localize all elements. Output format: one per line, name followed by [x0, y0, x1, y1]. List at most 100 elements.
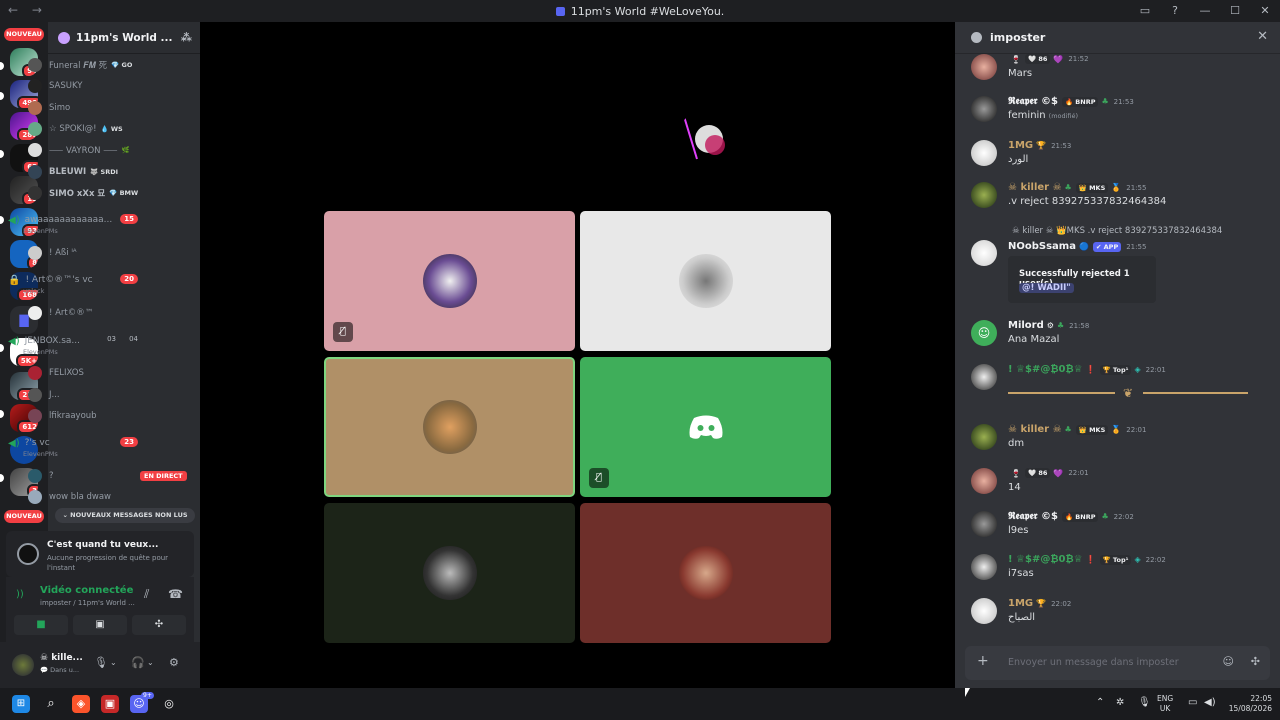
avatar[interactable]	[971, 424, 997, 450]
brave-browser-icon[interactable]: ◈	[72, 695, 90, 713]
message-header: Milord ⚙ ♣ 21:58	[1008, 320, 1089, 331]
channel-name: ?'s vc	[24, 438, 50, 448]
current-user-name[interactable]: ☠ kille...	[40, 653, 83, 663]
avatar[interactable]	[971, 96, 997, 122]
video-tile[interactable]	[580, 503, 831, 643]
voice-channel[interactable]: ◀) ?'s vc ElevenPMs 23	[8, 436, 148, 458]
message-author[interactable]: ☠ killer ☠	[1008, 424, 1062, 435]
voice-user[interactable]: ⸺ VAYRON ⸺ 🌿	[28, 141, 130, 159]
voice-channel[interactable]: 🔒 ! Art©®™'s vc unlock 20	[8, 273, 148, 295]
screen-share-button[interactable]: ▣	[73, 615, 127, 635]
avatar[interactable]	[971, 54, 997, 80]
user-count-badge: 15	[120, 214, 138, 224]
role-pill: 🤍 86	[1024, 468, 1051, 478]
voice-user[interactable]: Funeral 𝑭𝑴 死 💎 GO	[28, 56, 132, 74]
help-icon[interactable]: ?	[1160, 0, 1190, 22]
voice-status[interactable]: Vidéo connectée	[40, 585, 133, 596]
maximize-button[interactable]: ☐	[1220, 0, 1250, 22]
gear-icon[interactable]: ⚙	[169, 656, 179, 669]
discord-default-avatar-icon[interactable]: ☺	[971, 320, 997, 346]
avatar[interactable]	[971, 554, 997, 580]
close-icon[interactable]: ✕	[1257, 29, 1268, 44]
disconnect-icon[interactable]: ☎	[168, 587, 183, 601]
trophy-icon: 🏆	[1036, 599, 1047, 608]
message-author[interactable]: 𝕽𝖊𝖆𝖕𝖊𝖗 ©$	[1008, 511, 1058, 522]
quest-panel[interactable]: C'est quand tu veux... Aucune progressio…	[6, 531, 194, 577]
avatar[interactable]	[971, 468, 997, 494]
message-author[interactable]: 1MG	[1008, 598, 1033, 609]
camera-button[interactable]: ■	[14, 615, 68, 635]
reply-preview[interactable]: ☠ killer ☠ 👑MKS .v reject 83927533783246…	[1012, 226, 1222, 236]
new-messages-button[interactable]: ⌄ NOUVEAUX MESSAGES NON LUS	[55, 508, 195, 523]
minimize-button[interactable]: —	[1190, 0, 1220, 22]
voice-user[interactable]: BLEUWI 🐺 SRDI	[28, 163, 118, 181]
embed-mention[interactable]: @! WADII"	[1019, 283, 1074, 293]
voice-user[interactable]: Simo	[28, 99, 70, 117]
video-tile[interactable]	[580, 211, 831, 351]
microphone-tray-icon[interactable]: 🎙	[1138, 697, 1151, 708]
close-window-button[interactable]: ✕	[1250, 0, 1280, 22]
unread-pill	[0, 92, 4, 100]
apps-icon[interactable]: ✣	[1251, 655, 1260, 668]
clock[interactable]: 22:05 15/08/2026	[1222, 694, 1272, 714]
message-header: 𝕽𝖊𝖆𝖕𝖊𝖗 ©$ 🔥 BNRP ♣ 22:02	[1008, 511, 1134, 522]
guild-header[interactable]: 11pm's World ... ⌄ ⁂	[48, 22, 200, 54]
voice-user[interactable]: lfikraayoub	[28, 407, 97, 425]
avatar[interactable]	[971, 182, 997, 208]
video-tile[interactable]: 🎙̸	[324, 211, 575, 351]
voice-channel[interactable]: ◀) JENBOX.sa... ElevenPMs 03 04	[8, 334, 148, 356]
voice-user[interactable]: ?	[28, 467, 54, 485]
voice-user[interactable]: ☆ SPOKI@! 💧 WS	[28, 120, 123, 138]
search-icon[interactable]: ⌕	[42, 695, 60, 713]
activities-button[interactable]: ✣	[132, 615, 186, 635]
video-tile-top[interactable]	[580, 66, 831, 206]
voice-channel[interactable]: ◀) awaaaaaaaaaaaa... ElevenPMs 15	[8, 213, 148, 235]
chat-panel: imposter ✕ 🍷 🤍 86 💜 21:52 Mars 𝕽𝖊𝖆𝖕𝖊𝖗 ©$ 🔥 B…	[955, 22, 1280, 688]
inbox-icon[interactable]: ▭	[1130, 0, 1160, 22]
voice-user[interactable]: SASUKY	[28, 77, 82, 95]
language-indicator[interactable]: ENG UK	[1157, 694, 1173, 714]
voice-user[interactable]: FELIXOS	[28, 364, 84, 382]
voice-user[interactable]: ! Art©®™	[28, 304, 93, 322]
avatar[interactable]	[971, 598, 997, 624]
microphone-icon[interactable]: 🎙	[94, 656, 108, 669]
user-panel: ☠ kille... 💬 Dans u... 🎙 ⌄ 🎧 ⌄ ⚙	[0, 642, 200, 688]
video-tile[interactable]	[324, 503, 575, 643]
chevron-up-icon[interactable]: ⌃	[1096, 697, 1104, 708]
network-icon[interactable]: ▭	[1188, 697, 1197, 708]
avatar[interactable]	[971, 240, 997, 266]
voice-user[interactable]: ! Aßi ᴵᴬ	[28, 244, 77, 262]
message-author[interactable]: ! ♕$#@₿0₿♕	[1008, 554, 1083, 565]
voice-location[interactable]: imposter / 11pm's World ...	[40, 599, 135, 607]
message-author[interactable]: ☠ killer ☠	[1008, 182, 1062, 193]
voice-user[interactable]: J...	[28, 386, 60, 404]
voice-user[interactable]: SIMO xXx 묘 💎 BMW	[28, 184, 138, 202]
add-member-icon[interactable]: ⁂	[181, 31, 192, 44]
avatar[interactable]	[971, 364, 997, 390]
message-author[interactable]: NOobSsama	[1008, 241, 1076, 252]
voice-user[interactable]: wow bla dwaw	[28, 488, 111, 506]
message-author[interactable]: ! ♕$#@₿0₿♕	[1008, 364, 1083, 375]
message-author[interactable]: 1MG	[1008, 140, 1033, 151]
message-author[interactable]: 𝕽𝖊𝖆𝖕𝖊𝖗 ©$	[1008, 96, 1058, 107]
windows-start-icon[interactable]: ⊞	[12, 695, 30, 713]
message-input[interactable]: Envoyer un message dans imposter	[1008, 657, 1179, 668]
video-tile[interactable]: 🎙̸	[580, 357, 831, 497]
app-icon[interactable]: ▣	[101, 695, 119, 713]
plus-icon[interactable]: +	[977, 653, 989, 669]
noise-suppression-icon[interactable]: ⫽	[144, 587, 149, 602]
message-author[interactable]: Milord	[1008, 320, 1044, 331]
headphones-icon[interactable]: 🎧	[131, 656, 145, 669]
avatar	[28, 388, 42, 402]
chevron-down-icon[interactable]: ⌄	[110, 658, 117, 667]
settings-tray-icon[interactable]: ✲	[1116, 697, 1124, 708]
chevron-down-icon[interactable]: ⌄	[147, 658, 154, 667]
muted-mic-icon: 🎙̸	[589, 468, 609, 488]
emoji-icon[interactable]: ☺	[1223, 655, 1234, 668]
avatar[interactable]	[971, 140, 997, 166]
avatar[interactable]	[971, 511, 997, 537]
video-tile-speaking[interactable]	[324, 357, 575, 497]
avatar[interactable]	[12, 654, 34, 676]
app-icon[interactable]: ◎	[160, 695, 178, 713]
volume-icon[interactable]: ◀)	[1204, 697, 1216, 708]
